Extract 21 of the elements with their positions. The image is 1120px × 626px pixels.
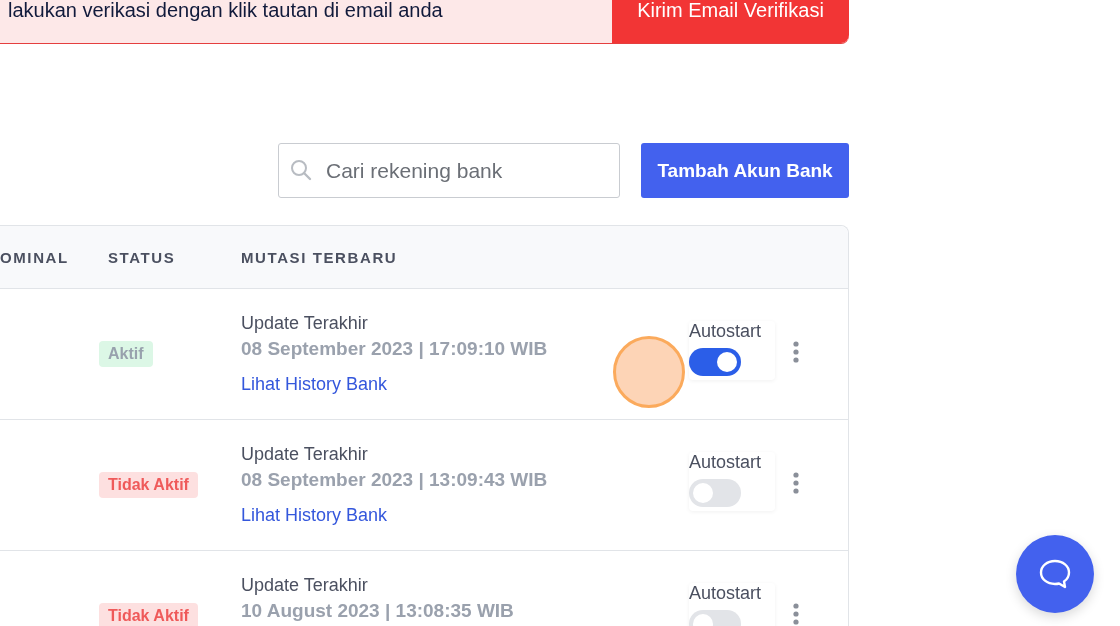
status-badge: Tidak Aktif	[99, 603, 198, 626]
status-badge: Tidak Aktif	[99, 472, 198, 498]
add-bank-account-button[interactable]: Tambah Akun Bank	[641, 143, 849, 198]
bank-history-link[interactable]: Lihat History Bank	[241, 505, 388, 526]
update-timestamp: 08 September 2023 | 17:09:10 WIB	[241, 338, 549, 360]
send-verification-email-button[interactable]: Kirim Email Verifikasi	[612, 0, 849, 43]
update-timestamp: 08 September 2023 | 13:09:43 WIB	[241, 469, 549, 491]
update-timestamp: 10 August 2023 | 13:08:35 WIB	[241, 600, 515, 622]
autostart-label: Autostart	[689, 320, 762, 342]
search-field[interactable]: Cari rekening bank	[278, 143, 620, 198]
column-header: STATUS	[107, 248, 177, 266]
column-header: OMINAL	[0, 248, 70, 266]
autostart-label: Autostart	[689, 451, 762, 473]
column-header: MUTASI TERBARU	[241, 248, 399, 266]
update-label: Update Terakhir	[241, 575, 369, 596]
bank-history-link[interactable]: Lihat History Bank	[241, 374, 388, 395]
autostart-label: Autostart	[689, 582, 762, 604]
update-label: Update Terakhir	[241, 444, 369, 465]
verification-message: lakukan verikasi dengan klik tautan di email anda	[7, 0, 444, 23]
update-label: Update Terakhir	[241, 313, 369, 334]
status-badge: Aktif	[99, 341, 153, 367]
